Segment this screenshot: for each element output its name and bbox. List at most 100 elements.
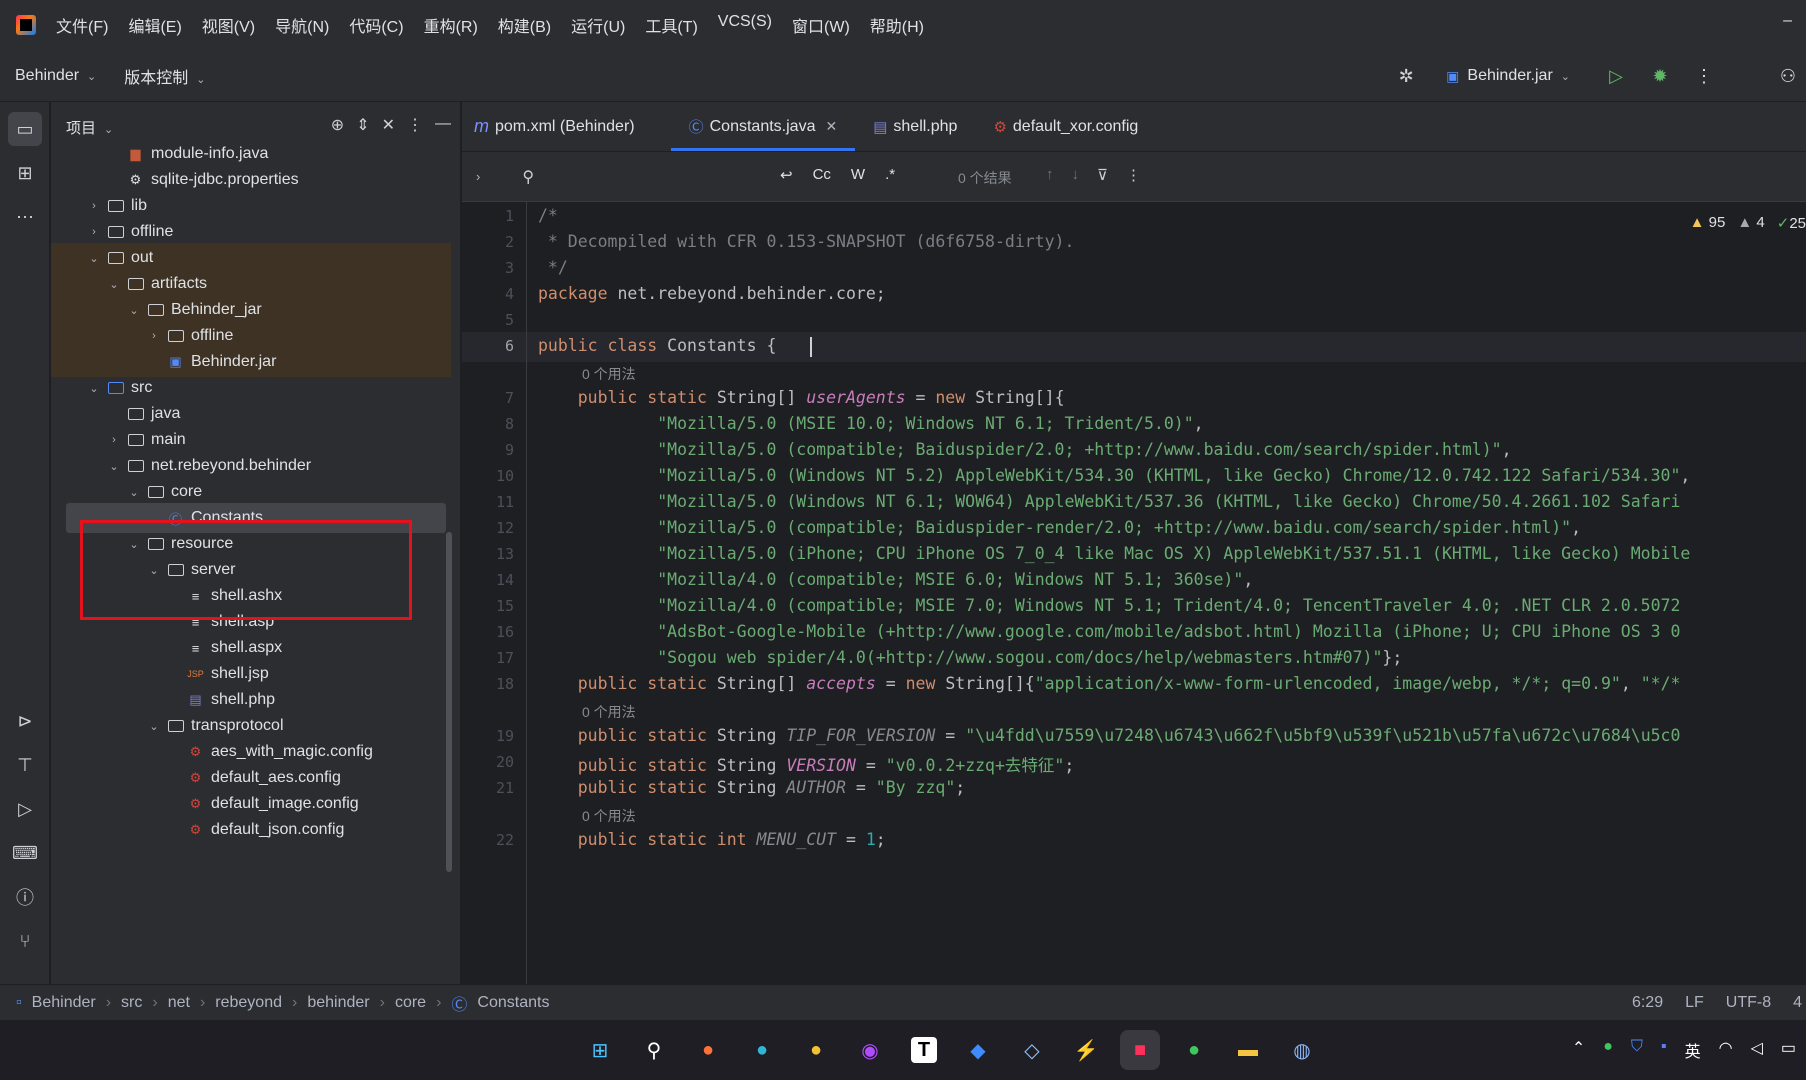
menu-item[interactable]: 重构(R) (424, 13, 478, 37)
line-number[interactable]: 1 (462, 207, 514, 225)
menu-item[interactable]: 文件(F) (56, 13, 108, 37)
line-separator[interactable]: LF (1685, 994, 1704, 1012)
code-line[interactable]: "Mozilla/5.0 (compatible; Baiduspider/2.… (538, 440, 1511, 459)
line-number[interactable]: 4 (462, 285, 514, 303)
next-occurrence-icon[interactable]: ↓ (1072, 166, 1080, 184)
code-line[interactable]: */ (538, 258, 568, 277)
line-number[interactable]: 18 (462, 675, 514, 693)
chevron-down-icon[interactable]: ⌄ (107, 278, 121, 291)
chevron-down-icon[interactable]: ⌄ (127, 538, 141, 551)
breadcrumb-item[interactable]: src (121, 994, 142, 1012)
code-line[interactable]: "Mozilla/5.0 (compatible; Baiduspider-re… (538, 518, 1581, 537)
game-icon[interactable]: ◉ (850, 1030, 890, 1070)
breadcrumb-item[interactable]: Behinder (32, 994, 96, 1012)
debug-icon[interactable]: ✹ (1646, 62, 1674, 90)
wechat-icon[interactable]: ● (1174, 1030, 1214, 1070)
app-icon[interactable]: ◍ (1282, 1030, 1322, 1070)
app-icon[interactable]: ⚡ (1066, 1030, 1106, 1070)
editor-tab[interactable]: ⚙ default_xor.config (975, 102, 1156, 151)
editor-tab[interactable]: m pom.xml (Behinder) (462, 102, 653, 151)
firefox-icon[interactable]: ● (688, 1030, 728, 1070)
terminal-icon[interactable]: ⌨ (8, 836, 42, 870)
inspection-widget[interactable]: ▲ 95 ▲ 4 ✓25 (1690, 214, 1806, 232)
usage-hint[interactable]: 0 个用法 (582, 364, 636, 384)
code-line[interactable]: public static String AUTHOR = "By zzq"; (538, 778, 965, 797)
code-line[interactable]: "Sogou web spider/4.0(+http://www.sogou.… (538, 648, 1402, 667)
chevron-down-icon[interactable]: ⌄ (87, 252, 101, 265)
editor-tab[interactable]: ▤ shell.php (855, 102, 975, 151)
breadcrumb-item[interactable]: rebeyond (215, 994, 282, 1012)
project-tree-scrollbar[interactable] (446, 532, 452, 872)
code-line[interactable]: "Mozilla/5.0 (MSIE 10.0; Windows NT 6.1;… (538, 414, 1203, 433)
close-tab-icon[interactable]: ✕ (825, 118, 837, 135)
code-line[interactable]: "Mozilla/4.0 (compatible; MSIE 7.0; Wind… (538, 596, 1680, 615)
intellij-taskbar-icon[interactable]: ■ (1120, 1030, 1160, 1070)
more-tools-icon[interactable]: ⋯ (8, 200, 42, 234)
volume-icon[interactable]: ◁ (1751, 1038, 1763, 1062)
git-branch-icon[interactable]: ⑂ (8, 924, 42, 958)
chevron-down-icon[interactable]: ⌄ (127, 486, 141, 499)
windows-start-icon[interactable]: ⊞ (580, 1030, 620, 1070)
menu-item[interactable]: 窗口(W) (792, 13, 850, 37)
problems-icon[interactable]: ⓘ (8, 880, 42, 914)
chevron-down-icon[interactable]: ⌄ (147, 564, 161, 577)
search-icon[interactable]: ⚲ (634, 1030, 674, 1070)
line-number[interactable]: 11 (462, 493, 514, 511)
add-user-icon[interactable]: ⚇ (1774, 62, 1802, 90)
code-line[interactable]: public static String TIP_FOR_VERSION = "… (538, 726, 1681, 745)
code-line[interactable]: package net.rebeyond.behinder.core; (538, 284, 886, 303)
code-line[interactable]: public static int MENU_CUT = 1; (538, 830, 886, 849)
line-number[interactable]: 6 (462, 337, 514, 355)
usage-hint[interactable]: 0 个用法 (582, 702, 636, 722)
filter-icon[interactable]: ⊽ (1097, 166, 1108, 184)
code-line[interactable]: "Mozilla/5.0 (iPhone; CPU iPhone OS 7_0_… (538, 544, 1690, 563)
editor-tab[interactable]: Ⓒ Constants.java ✕ (670, 102, 856, 151)
expand-replace-icon[interactable]: › (476, 169, 480, 184)
line-number[interactable]: 20 (462, 753, 514, 771)
vcs-widget[interactable]: 版本控制 ⌄ (124, 64, 205, 88)
structure-icon[interactable]: ⊞ (8, 156, 42, 190)
shield-icon[interactable]: ⛉ (1631, 1038, 1643, 1062)
line-number[interactable]: 3 (462, 259, 514, 277)
code-line[interactable]: public static String[] accepts = new Str… (538, 674, 1681, 693)
tree-item[interactable]: ⚙ default_json.config (51, 815, 451, 845)
services-icon[interactable]: ⊳ (8, 704, 42, 738)
menu-item[interactable]: VCS(S) (718, 13, 772, 37)
menu-item[interactable]: 运行(U) (571, 13, 625, 37)
code-line[interactable]: /* (538, 206, 558, 225)
code-line[interactable]: "Mozilla/5.0 (Windows NT 5.2) AppleWebKi… (538, 466, 1690, 485)
more-icon[interactable]: ⋮ (1690, 62, 1718, 90)
line-number[interactable]: 14 (462, 571, 514, 589)
line-number[interactable]: 8 (462, 415, 514, 433)
line-number[interactable]: 16 (462, 623, 514, 641)
menu-item[interactable]: 构建(B) (498, 13, 551, 37)
menu-item[interactable]: 编辑(E) (128, 13, 181, 37)
line-number[interactable]: 2 (462, 233, 514, 251)
typora-icon[interactable]: T (911, 1037, 937, 1063)
line-number[interactable]: 19 (462, 727, 514, 745)
line-number[interactable]: 9 (462, 441, 514, 459)
run-config-selector[interactable]: ▣ Behinder.jar ⌄ (1446, 67, 1570, 85)
input-language[interactable]: 英 (1685, 1038, 1701, 1062)
build-hammer-icon[interactable]: ⊤ (8, 748, 42, 782)
chevron-down-icon[interactable]: ⌄ (107, 460, 121, 473)
code-line[interactable]: public static String VERSION = "v0.0.2+z… (538, 752, 1075, 776)
more-icon[interactable]: ⋮ (1126, 166, 1141, 184)
project-folder-icon[interactable]: ▭ (8, 112, 42, 146)
previous-occurrence-icon[interactable]: ↑ (1046, 166, 1054, 184)
app-icon[interactable]: ◇ (1012, 1030, 1052, 1070)
breadcrumb-item[interactable]: behinder (307, 994, 369, 1012)
collapse-all-icon[interactable]: ✕ (382, 115, 395, 135)
regex-toggle[interactable]: .* (885, 166, 895, 184)
line-number[interactable]: 12 (462, 519, 514, 537)
app-tray-icon[interactable]: ▪ (1661, 1038, 1667, 1062)
code-line[interactable]: "Mozilla/5.0 (Windows NT 6.1; WOW64) App… (538, 492, 1680, 511)
chevron-right-icon[interactable]: › (107, 434, 121, 446)
breadcrumb-item[interactable]: Constants (477, 994, 549, 1012)
options-icon[interactable]: ⋮ (407, 115, 423, 135)
code-line[interactable]: * Decompiled with CFR 0.153-SNAPSHOT (d6… (538, 232, 1075, 251)
code-editor[interactable]: 1 /* 2 * Decompiled with CFR 0.153-SNAPSHO… (462, 202, 1806, 984)
caret-position[interactable]: 6:29 (1632, 994, 1663, 1012)
line-number[interactable]: 21 (462, 779, 514, 797)
indent-setting[interactable]: 4 (1793, 994, 1802, 1012)
